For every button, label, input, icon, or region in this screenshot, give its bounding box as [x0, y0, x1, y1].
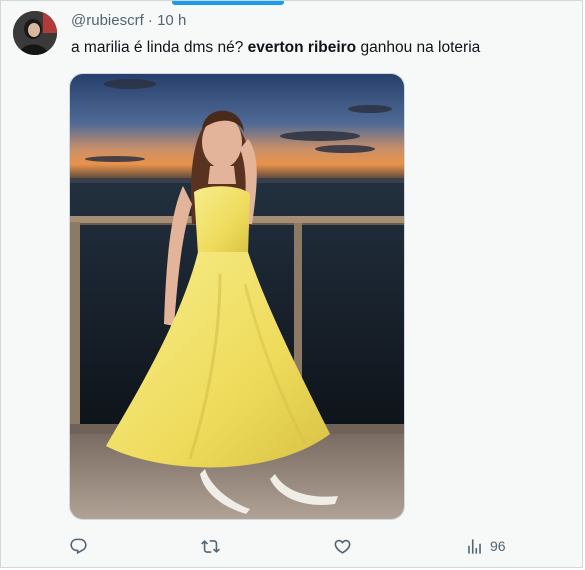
user-handle[interactable]: @rubiescrf — [71, 12, 144, 29]
views-icon — [468, 538, 481, 554]
views-button[interactable]: 96 — [465, 534, 506, 558]
like-button[interactable] — [333, 534, 352, 558]
views-count: 96 — [490, 538, 506, 554]
tweet-card[interactable]: @rubiescrf · 10 h a marilia é linda dms … — [0, 0, 583, 568]
avatar-image — [13, 11, 57, 55]
retweet-icon — [201, 539, 220, 553]
tweet-text: a marilia é linda dms né? everton ribeir… — [71, 38, 480, 58]
tweet-header: @rubiescrf · 10 h — [71, 12, 186, 29]
reply-button[interactable] — [69, 534, 88, 558]
heart-icon — [334, 539, 351, 554]
reply-icon — [70, 538, 87, 554]
tweet-text-part-1: a marilia é linda dms né? — [71, 39, 248, 56]
tweet-photo[interactable] — [69, 73, 405, 520]
header-separator: · — [147, 12, 153, 29]
scroll-indicator — [172, 1, 284, 5]
avatar[interactable] — [13, 11, 57, 55]
tweet-timestamp[interactable]: 10 h — [157, 12, 186, 29]
tweet-text-bold: everton ribeiro — [247, 39, 357, 56]
retweet-button[interactable] — [201, 534, 220, 558]
photo-woman-yellow-dress — [70, 74, 404, 519]
tweet-actions: 96 — [69, 534, 519, 558]
tweet-text-part-2: ganhou na loteria — [356, 39, 481, 56]
